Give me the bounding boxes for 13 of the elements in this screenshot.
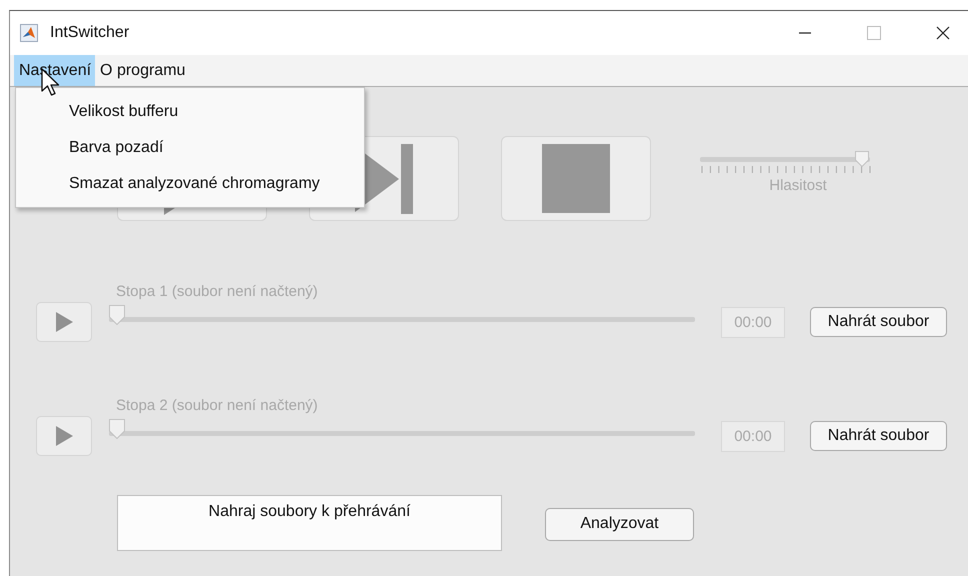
status-text: Nahraj soubory k přehrávání (117, 495, 502, 551)
time-field: 00:00 (721, 306, 785, 338)
menu-item[interactable]: Velikost bufferu (16, 94, 364, 130)
menu-item[interactable]: O programu (95, 55, 190, 86)
time-field: 00:00 (721, 420, 785, 452)
menu-item[interactable]: Nastavení (14, 55, 96, 86)
menu-item[interactable]: Barva pozadí (16, 130, 364, 166)
volume-label: Hlasitost (769, 177, 827, 194)
track-label: Stopa 1 (soubor není načtený) (116, 283, 319, 301)
track-label: Stopa 2 (soubor není načtený) (116, 397, 319, 415)
analyze-button[interactable]: Analyzovat (545, 508, 694, 540)
menu-item[interactable]: Smazat analyzované chromagramy (16, 166, 364, 202)
window-title: IntSwitcher (50, 24, 130, 42)
